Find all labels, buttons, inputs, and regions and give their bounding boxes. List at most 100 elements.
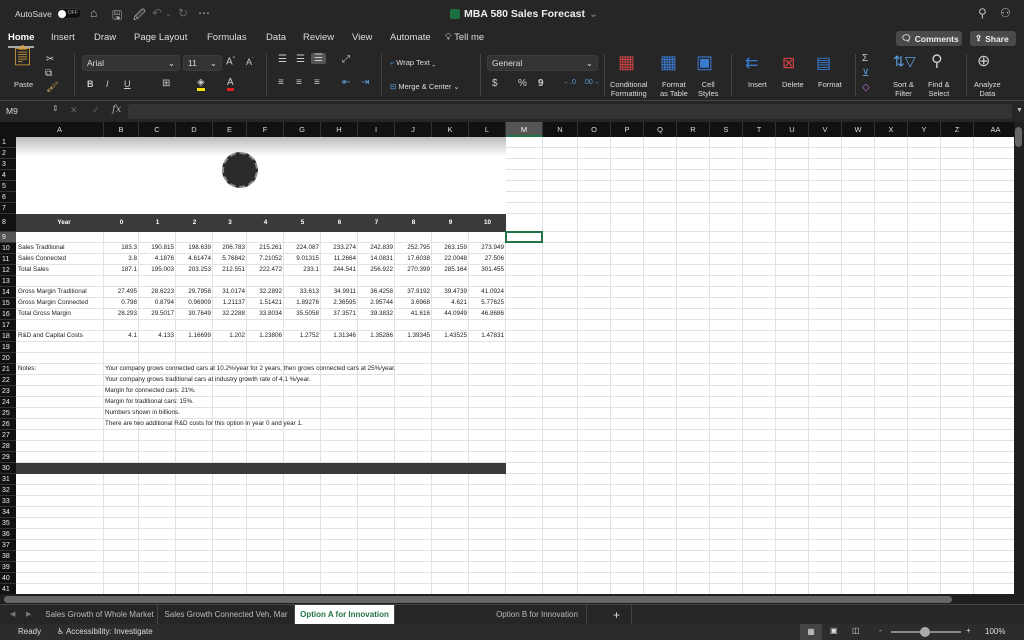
autosave-control[interactable]: AutoSave OFF (15, 8, 82, 19)
row-header-4[interactable]: 4 (0, 170, 16, 181)
data-cell[interactable]: 198.639 (176, 243, 211, 253)
percent-button[interactable]: % (518, 78, 527, 89)
autosave-toggle[interactable]: OFF (55, 8, 82, 19)
row-header-19[interactable]: 19 (0, 342, 16, 353)
column-header-h[interactable]: H (321, 122, 358, 137)
data-cell[interactable]: 33.613 (284, 287, 319, 297)
undo-icon[interactable]: ↶ (152, 6, 162, 20)
data-cell[interactable]: 195.003 (139, 265, 174, 275)
account-icon[interactable]: ⚇ (1000, 6, 1011, 20)
sort-filter-icon[interactable]: ⇅▽ (893, 53, 916, 70)
row-header-25[interactable]: 25 (0, 408, 16, 419)
fill-icon[interactable]: ⊻ (862, 68, 869, 79)
align-center-icon[interactable]: ≡ (296, 77, 302, 88)
row-header-6[interactable]: 6 (0, 192, 16, 203)
sheet-tab[interactable]: Sales Growth Connected Veh. Mar (158, 605, 295, 625)
year-header-cell[interactable]: 9 (432, 218, 469, 228)
year-header-cell[interactable]: 5 (284, 218, 321, 228)
save-as-icon[interactable]: 🖉 (133, 6, 146, 27)
cell-styles-button[interactable]: Cell Styles (698, 80, 718, 98)
row-header-9[interactable]: 9 (0, 232, 16, 243)
column-header-n[interactable]: N (543, 122, 578, 137)
data-cell[interactable]: 1.23806 (247, 331, 282, 341)
format-cells-icon[interactable]: ▤ (816, 53, 831, 73)
page-break-view-icon[interactable]: ◫ (852, 626, 860, 635)
autosum-icon[interactable]: Σ (862, 53, 868, 64)
share-button[interactable]: ⇪ Share (970, 31, 1016, 46)
tell-me[interactable]: 💡︎ Tell me (445, 32, 484, 43)
find-select-button[interactable]: Find & Select (928, 80, 950, 98)
increase-indent-icon[interactable]: ⇥ (361, 77, 369, 88)
enter-icon[interactable]: ✓ (92, 105, 100, 116)
notes-label[interactable]: Notes: (18, 364, 36, 374)
select-all-button[interactable] (0, 122, 16, 137)
analyze-data-icon[interactable]: ⊕ (977, 51, 990, 71)
home-icon[interactable]: ⌂ (90, 6, 97, 20)
data-cell[interactable]: 7.21052 (247, 254, 282, 264)
redo-icon[interactable]: ↻ (178, 6, 188, 20)
name-box[interactable]: M9 (6, 106, 18, 116)
data-cell[interactable]: 31.0174 (213, 287, 245, 297)
decrease-font-icon[interactable]: Aˇ (246, 57, 254, 67)
data-cell[interactable]: 4.621 (432, 298, 467, 308)
data-cell[interactable]: 35.5058 (284, 309, 319, 319)
save-icon[interactable]: 🖫 (112, 6, 122, 27)
year-header-cell[interactable]: 4 (247, 218, 284, 228)
orientation-icon[interactable]: ⤢ (342, 54, 350, 65)
row-header-40[interactable]: 40 (0, 573, 16, 584)
row-header-33[interactable]: 33 (0, 496, 16, 507)
data-cell[interactable]: 32.2288 (213, 309, 245, 319)
data-cell[interactable]: 183.3 (104, 243, 137, 253)
column-header-o[interactable]: O (578, 122, 611, 137)
paste-button[interactable]: Paste (14, 80, 33, 89)
underline-button[interactable]: U (124, 79, 131, 89)
font-size-select[interactable]: 11 ⌄ (183, 55, 222, 71)
row-header-27[interactable]: 27 (0, 430, 16, 441)
data-cell[interactable]: 242.839 (358, 243, 393, 253)
data-cell[interactable]: 46.8686 (469, 309, 504, 319)
align-bottom-icon[interactable]: ☰ (311, 53, 326, 64)
row-label-cell[interactable]: Gross Margin Connected (18, 298, 88, 308)
align-right-icon[interactable]: ≡ (314, 77, 320, 88)
data-cell[interactable]: 273.949 (469, 243, 504, 253)
data-cell[interactable]: 4.1876 (139, 254, 174, 264)
cancel-icon[interactable]: ✕ (70, 105, 78, 116)
year-header-cell[interactable]: 2 (176, 218, 213, 228)
data-cell[interactable]: 17.6038 (395, 254, 430, 264)
data-cell[interactable]: 1.31346 (321, 331, 356, 341)
column-header-m[interactable]: M (506, 122, 543, 137)
data-cell[interactable]: 215.261 (247, 243, 282, 253)
paste-icon[interactable]: 📋︎ (10, 46, 35, 66)
row-header-21[interactable]: 21 (0, 364, 16, 375)
zoom-slider-thumb[interactable] (920, 627, 930, 637)
column-header-c[interactable]: C (139, 122, 176, 137)
delete-cells-icon[interactable]: ⊠ (782, 53, 795, 73)
data-cell[interactable]: 187.1 (104, 265, 137, 275)
data-cell[interactable]: 9.01315 (284, 254, 319, 264)
find-select-icon[interactable]: ⚲ (931, 51, 943, 71)
row-header-35[interactable]: 35 (0, 518, 16, 529)
data-cell[interactable]: 3.6968 (395, 298, 430, 308)
data-cell[interactable]: 11.2664 (321, 254, 356, 264)
tab-formulas[interactable]: Formulas (207, 32, 247, 43)
merge-center-button[interactable]: ⊟ Merge & Center ⌄ (390, 82, 460, 91)
row-label-cell[interactable]: Sales Connected (18, 254, 66, 264)
cell-styles-icon[interactable]: ▣ (696, 52, 713, 73)
accessibility-status[interactable]: ♿︎ Accessibility: Investigate (57, 627, 153, 636)
column-header-l[interactable]: L (469, 122, 506, 137)
year-header-cell[interactable]: 8 (395, 218, 432, 228)
tab-draw[interactable]: Draw (94, 32, 116, 43)
delete-button[interactable]: Delete (782, 80, 804, 89)
row-header-3[interactable]: 3 (0, 159, 16, 170)
italic-button[interactable]: I (106, 79, 109, 89)
data-cell[interactable]: 39.3832 (358, 309, 393, 319)
sheet-tab[interactable]: Option B for Innovation (488, 605, 587, 625)
row-header-31[interactable]: 31 (0, 474, 16, 485)
decrease-decimal-icon[interactable]: .00→ (583, 79, 600, 86)
sheet-tab[interactable]: Sales Growth of Whole Market (42, 605, 158, 625)
page-layout-view-icon[interactable]: ▣ (830, 626, 838, 635)
data-cell[interactable]: 206.783 (213, 243, 245, 253)
column-header-f[interactable]: F (247, 122, 284, 137)
data-cell[interactable]: 1.202 (213, 331, 245, 341)
scroll-tabs-right-icon[interactable]: ▶ (26, 610, 31, 618)
